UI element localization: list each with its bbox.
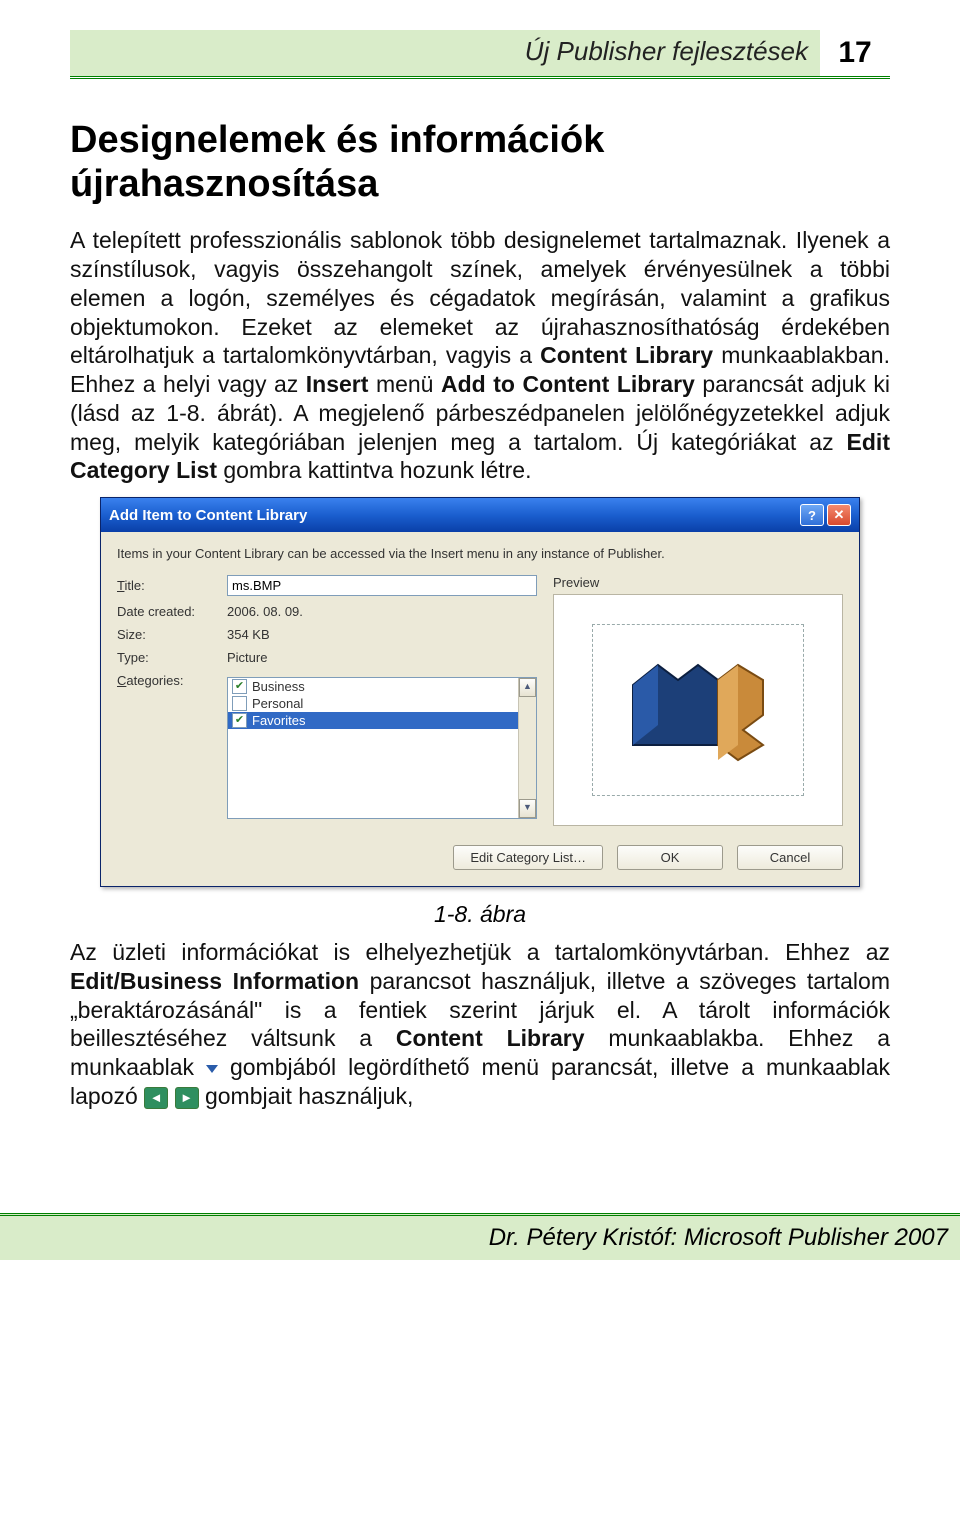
header-title: Új Publisher fejlesztések <box>70 30 820 76</box>
category-item-business[interactable]: ✔ Business <box>228 678 536 695</box>
section-heading: Designelemek és információk újrahasznosí… <box>70 119 890 206</box>
paragraph-2: Az üzleti információkat is elhelyezhetjü… <box>70 938 890 1111</box>
label-categories: Categories: <box>117 673 227 688</box>
checkbox-icon[interactable]: ✔ <box>232 713 247 728</box>
label-date: Date created: <box>117 604 227 619</box>
title-input[interactable] <box>227 575 537 596</box>
edit-category-list-button[interactable]: Edit Category List… <box>453 845 603 870</box>
value-date: 2006. 08. 09. <box>227 604 537 619</box>
category-item-favorites[interactable]: ✔ Favorites <box>228 712 536 729</box>
preview-image-icon <box>613 645 783 775</box>
dropdown-arrow-icon <box>206 1065 218 1073</box>
paragraph-1: A telepített professzionális sablonok tö… <box>70 226 890 485</box>
figure-caption: 1-8. ábra <box>70 901 890 928</box>
label-preview: Preview <box>553 575 843 590</box>
categories-listbox[interactable]: ✔ Business Personal ✔ <box>227 677 537 819</box>
dialog-add-item: Add Item to Content Library ? ✕ Items in… <box>100 497 860 887</box>
close-icon[interactable]: ✕ <box>827 504 851 526</box>
cancel-button[interactable]: Cancel <box>737 845 843 870</box>
value-size: 354 KB <box>227 627 537 642</box>
checkbox-icon[interactable]: ✔ <box>232 679 247 694</box>
page-footer: Dr. Pétery Kristóf: Microsoft Publisher … <box>0 1213 960 1260</box>
page-number: 17 <box>820 30 890 76</box>
help-icon[interactable]: ? <box>800 504 824 526</box>
nav-next-icon: ► <box>175 1087 199 1109</box>
ok-button[interactable]: OK <box>617 845 723 870</box>
preview-pane <box>553 594 843 826</box>
dialog-titlebar[interactable]: Add Item to Content Library ? ✕ <box>101 498 859 532</box>
page-header: Új Publisher fejlesztések 17 <box>70 30 890 79</box>
label-type: Type: <box>117 650 227 665</box>
nav-prev-icon: ◄ <box>144 1087 168 1109</box>
value-type: Picture <box>227 650 537 665</box>
checkbox-icon[interactable] <box>232 696 247 711</box>
label-size: Size: <box>117 627 227 642</box>
label-title: Title: <box>117 578 227 593</box>
dialog-info-text: Items in your Content Library can be acc… <box>117 546 843 561</box>
scroll-up-icon[interactable]: ▲ <box>519 678 536 697</box>
dialog-title: Add Item to Content Library <box>109 507 797 524</box>
scrollbar-vertical[interactable]: ▲ ▼ <box>518 678 536 818</box>
scroll-down-icon[interactable]: ▼ <box>519 799 536 818</box>
category-item-personal[interactable]: Personal <box>228 695 536 712</box>
